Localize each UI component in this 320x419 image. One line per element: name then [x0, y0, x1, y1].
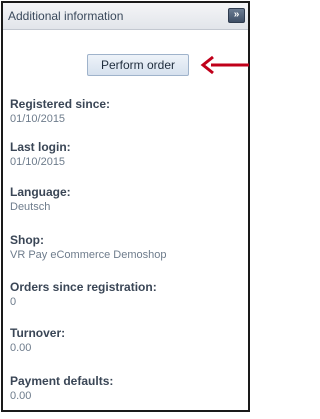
field-label: Shop: — [10, 233, 44, 247]
panel-title: Additional information — [8, 9, 124, 23]
field-value: 0 — [10, 296, 17, 308]
field-value: 01/10/2015 — [10, 113, 66, 125]
field-value: 0.00 — [10, 390, 32, 402]
field-orders-since-registration: Orders since registration: 0 — [10, 280, 157, 309]
field-registered-since: Registered since: 01/10/2015 — [10, 97, 110, 126]
field-value: VR Pay eCommerce Demoshop — [10, 249, 167, 261]
collapse-panel-button[interactable]: » — [228, 8, 245, 23]
field-label: Turnover: — [10, 326, 66, 340]
field-language: Language: Deutsch — [10, 185, 71, 214]
arrow-left-icon — [200, 55, 249, 75]
field-label: Orders since registration: — [10, 280, 157, 294]
perform-order-button[interactable]: Perform order — [87, 54, 189, 76]
panel-header: Additional information » — [3, 3, 248, 30]
field-label: Last login: — [10, 140, 71, 154]
field-label: Registered since: — [10, 97, 111, 111]
field-turnover: Turnover: 0.00 — [10, 326, 65, 355]
field-value: 0.00 — [10, 342, 32, 354]
additional-information-panel: Additional information » Perform order R… — [1, 1, 250, 412]
field-payment-defaults: Payment defaults: 0.00 — [10, 374, 113, 403]
field-label: Payment defaults: — [10, 374, 114, 388]
field-value: 01/10/2015 — [10, 156, 66, 168]
field-last-login: Last login: 01/10/2015 — [10, 140, 71, 169]
field-label: Language: — [10, 185, 71, 199]
field-value: Deutsch — [10, 201, 51, 213]
field-shop: Shop: VR Pay eCommerce Demoshop — [10, 233, 167, 262]
